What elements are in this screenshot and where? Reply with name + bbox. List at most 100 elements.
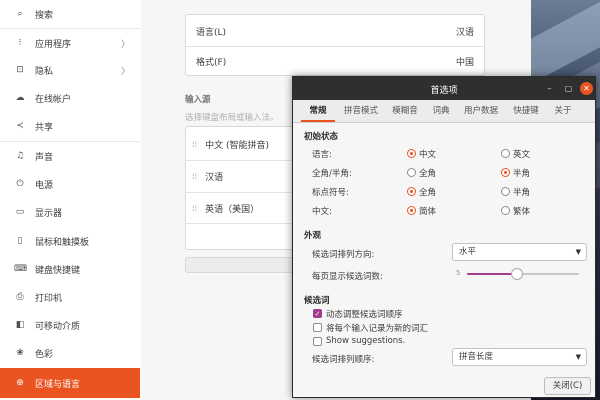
- slider-handle[interactable]: [511, 268, 523, 280]
- dynamic-adjust-checkbox[interactable]: ✓: [313, 309, 322, 318]
- tab-about[interactable]: 关于: [549, 100, 577, 122]
- sidebar-item-privacy[interactable]: ⊡ 隐私 〉: [0, 56, 140, 84]
- language-formats-card: 语言(L) 汉语 格式(F) 中国: [185, 14, 485, 76]
- lock-icon: ⊡: [16, 65, 24, 75]
- globe-icon: ⊕: [16, 378, 24, 388]
- radio-punct-full-label: 全角: [419, 188, 437, 198]
- sidebar-item-label: 可移动介质: [35, 321, 81, 332]
- sidebar-item-label: 色彩: [35, 349, 54, 360]
- chevron-right-icon: 〉: [120, 40, 130, 50]
- drag-handle-icon[interactable]: ⁞⁞: [192, 140, 197, 149]
- tab-dictionary[interactable]: 词典: [427, 100, 455, 122]
- close-icon[interactable]: ✕: [580, 82, 593, 95]
- radio-chinese[interactable]: [407, 149, 416, 158]
- sidebar-item-label: 鼠标和触摸板: [35, 237, 90, 248]
- sidebar-item-search[interactable]: ⌕ 搜索: [0, 0, 140, 28]
- media-icon: ◧: [15, 320, 25, 330]
- palette-icon: ❀: [16, 348, 24, 358]
- sidebar-item-color[interactable]: ❀ 色彩: [0, 339, 140, 367]
- drag-handle-icon[interactable]: ⁞⁞: [192, 204, 197, 213]
- width-option-label: 全角/半角:: [312, 169, 352, 179]
- tab-shortcuts[interactable]: 快捷键: [507, 100, 545, 122]
- search-icon: ⌕: [17, 9, 23, 19]
- language-label: 语言(L): [196, 27, 227, 38]
- formats-label: 格式(F): [196, 57, 227, 68]
- sidebar-item-applications[interactable]: ⁝ 应用程序 〉: [0, 29, 140, 57]
- remember-input-label: 将每个输入记录为新的词汇: [326, 324, 429, 334]
- radio-simplified-label: 简体: [419, 207, 437, 217]
- show-suggestions-checkbox[interactable]: [313, 337, 322, 346]
- candidates-heading: 候选词: [304, 296, 330, 306]
- input-source-label: 英语（美国）: [205, 204, 260, 215]
- sidebar-item-label: 显示器: [35, 208, 63, 219]
- sidebar-item-label: 声音: [35, 152, 54, 163]
- radio-punct-full[interactable]: [407, 187, 416, 196]
- tab-fuzzy[interactable]: 模糊音: [387, 100, 423, 122]
- tab-bar: 常规 拼音模式 模糊音 词典 用户数据 快捷键 关于: [293, 100, 595, 123]
- tab-user-data[interactable]: 用户数据: [459, 100, 503, 122]
- sidebar-item-region-language[interactable]: ⊕ 区域与语言: [0, 368, 140, 398]
- formats-row[interactable]: 格式(F) 中国: [186, 46, 484, 76]
- language-row[interactable]: 语言(L) 汉语: [186, 16, 484, 46]
- input-sources-title: 输入源: [185, 95, 211, 105]
- maximize-icon[interactable]: ▢: [562, 82, 575, 95]
- orientation-label: 候选词排列方向:: [312, 250, 375, 260]
- radio-full-width[interactable]: [407, 168, 416, 177]
- sidebar-item-label: 区域与语言: [35, 379, 81, 390]
- radio-half-width-label: 半角: [513, 169, 531, 179]
- sidebar-item-keyboard-shortcuts[interactable]: ⌨ 键盘快捷键: [0, 255, 140, 283]
- language-option-label: 语言:: [312, 150, 332, 160]
- punctuation-option-label: 标点符号:: [312, 188, 349, 198]
- minimize-icon[interactable]: –: [543, 82, 556, 95]
- remember-input-checkbox[interactable]: [313, 323, 322, 332]
- page-size-slider[interactable]: [467, 268, 579, 280]
- radio-traditional[interactable]: [501, 206, 510, 215]
- share-icon: ≺: [16, 121, 24, 131]
- radio-punct-half-label: 半角: [513, 188, 531, 198]
- music-icon: ♫: [15, 151, 25, 161]
- radio-english-label: 英文: [513, 150, 531, 160]
- input-source-label: 中文 (智能拼音): [205, 140, 269, 151]
- sort-order-dropdown[interactable]: 拼音长度 ▼: [452, 348, 587, 366]
- tab-pinyin-mode[interactable]: 拼音模式: [339, 100, 383, 122]
- page-size-label: 每页显示候选词数:: [312, 272, 383, 282]
- radio-english[interactable]: [501, 149, 510, 158]
- preferences-dialog: 首选项 – ▢ ✕ 常规 拼音模式 模糊音 词典 用户数据 快捷键 关于 初始状…: [292, 76, 596, 398]
- sort-order-label: 候选词排列顺序:: [312, 355, 375, 365]
- sidebar-item-online-accounts[interactable]: ☁ 在线帐户: [0, 84, 140, 112]
- radio-full-width-label: 全角: [419, 169, 437, 179]
- sidebar-item-power[interactable]: ⏻ 电源: [0, 170, 140, 198]
- sidebar-item-displays[interactable]: ▭ 显示器: [0, 198, 140, 226]
- dropdown-arrow-icon: ▼: [575, 248, 581, 256]
- sidebar-item-sound[interactable]: ♫ 声音: [0, 142, 140, 170]
- orientation-dropdown[interactable]: 水平 ▼: [452, 243, 587, 261]
- power-icon: ⏻: [16, 179, 24, 189]
- radio-punct-half[interactable]: [501, 187, 510, 196]
- sidebar-item-printers[interactable]: ⎙ 打印机: [0, 283, 140, 311]
- language-value: 汉语: [455, 27, 474, 38]
- sidebar-item-label: 搜索: [35, 10, 54, 21]
- sidebar-item-label: 键盘快捷键: [35, 265, 81, 276]
- printer-icon: ⎙: [16, 292, 24, 302]
- chinese-script-label: 中文:: [312, 207, 332, 217]
- grid-icon: ⁝: [18, 38, 22, 48]
- sidebar-item-label: 电源: [35, 180, 54, 191]
- tab-general[interactable]: 常规: [301, 100, 335, 122]
- show-suggestions-label: Show suggestions.: [326, 336, 406, 346]
- sidebar-item-sharing[interactable]: ≺ 共享: [0, 112, 140, 140]
- radio-half-width[interactable]: [501, 168, 510, 177]
- sidebar-item-label: 应用程序: [35, 39, 72, 50]
- close-button[interactable]: 关闭(C): [544, 377, 591, 395]
- drag-handle-icon[interactable]: ⁞⁞: [192, 172, 197, 181]
- dialog-titlebar[interactable]: 首选项 – ▢ ✕: [293, 77, 595, 100]
- sidebar-item-mouse-touchpad[interactable]: ▯ 鼠标和触摸板: [0, 227, 140, 255]
- input-source-label: 汉语: [205, 172, 224, 183]
- settings-sidebar: ⌕ 搜索 ⁝ 应用程序 〉 ⊡ 隐私 〉 ☁ 在线帐户 ≺ 共享 ♫ 声音 ⏻ …: [0, 0, 142, 400]
- radio-simplified[interactable]: [407, 206, 416, 215]
- dropdown-arrow-icon: ▼: [575, 353, 581, 361]
- sidebar-item-removable-media[interactable]: ◧ 可移动介质: [0, 311, 140, 339]
- radio-traditional-label: 繁体: [513, 207, 531, 217]
- initial-state-heading: 初始状态: [304, 132, 339, 142]
- mouse-icon: ▯: [17, 236, 23, 246]
- formats-value: 中国: [455, 57, 474, 68]
